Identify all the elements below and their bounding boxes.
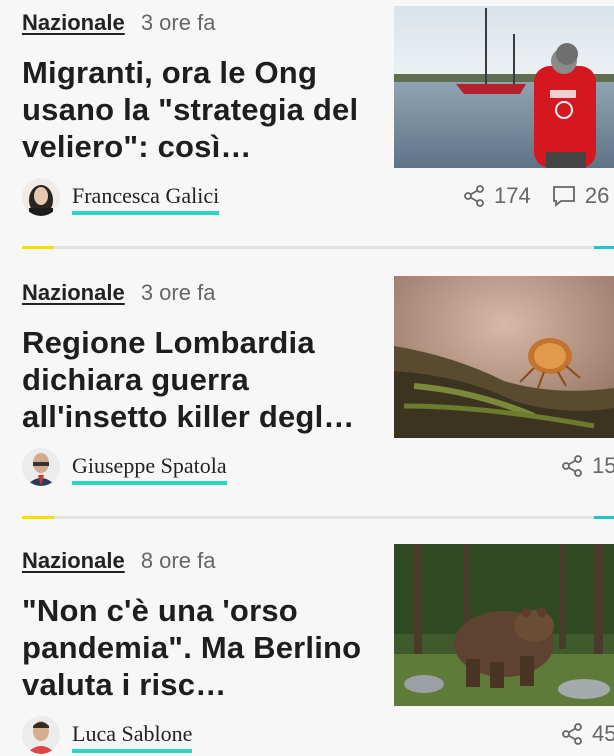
article-stats: 174 26 [462,183,614,214]
article-title[interactable]: "Non c'è una 'orso pandemia". Ma Berlino… [22,592,374,703]
avatar [22,448,60,486]
article-stats: 45 [560,721,614,752]
share-count-value: 174 [494,183,531,208]
share-icon [560,722,584,746]
share-count-value: 15 [592,453,614,478]
article-meta: Nazionale 3 ore fa [22,280,215,306]
section-link[interactable]: Nazionale [22,548,125,573]
share-count[interactable]: 15 [560,453,614,479]
share-count[interactable]: 174 [462,183,531,209]
divider [22,516,614,519]
article-meta: Nazionale 8 ore fa [22,548,215,574]
article-title[interactable]: Regione Lombardia dichiara guerra all'in… [22,324,374,435]
comment-count[interactable]: 26 [551,183,609,209]
author-name[interactable]: Luca Sablone [72,721,193,753]
section-link[interactable]: Nazionale [22,10,125,35]
section-link[interactable]: Nazionale [22,280,125,305]
share-icon [462,184,486,208]
article-image[interactable] [394,276,614,438]
avatar [22,178,60,216]
comment-count-value: 26 [584,183,610,208]
comment-icon [551,184,577,208]
insect-photo [394,276,614,438]
article-stats: 15 [560,453,614,484]
article-time: 8 ore fa [140,548,216,573]
bear-photo [394,544,614,706]
article-time: 3 ore fa [140,10,216,35]
avatar [22,716,60,754]
article-time: 3 ore fa [140,280,216,305]
share-count-value: 45 [592,721,614,746]
article-image[interactable] [394,544,614,706]
article-title[interactable]: Migranti, ora le Ong usano la "strategia… [22,54,374,165]
article-meta: Nazionale 3 ore fa [22,10,215,36]
share-count[interactable]: 45 [560,721,614,747]
share-icon [560,454,584,478]
article-image[interactable] [394,6,614,168]
divider [22,246,614,249]
author-name[interactable]: Francesca Galici [72,183,220,215]
author-name[interactable]: Giuseppe Spatola [72,453,227,485]
sailboat-photo [394,6,614,168]
